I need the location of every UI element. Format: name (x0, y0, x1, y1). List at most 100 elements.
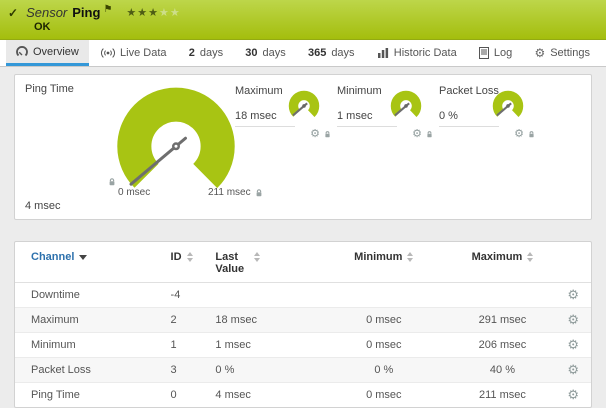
channel-minimum (324, 283, 444, 308)
channel-name[interactable]: Minimum (15, 333, 165, 358)
stars-empty[interactable]: ★★ (159, 7, 181, 19)
gear-icon[interactable]: ⚙ (412, 129, 422, 140)
column-header-minimum-label: Minimum (354, 251, 402, 263)
sort-icon[interactable] (527, 252, 533, 262)
priority-stars[interactable]: ★★★★★ (126, 6, 180, 19)
tab-365-days[interactable]: 365 days (298, 40, 365, 66)
channel-last-value: 1 msec (209, 333, 324, 358)
gear-icon[interactable]: ⚙ (310, 129, 320, 140)
tab-settings[interactable]: ⚙ Settings (524, 40, 600, 66)
channel-minimum: 0 msec (324, 333, 444, 358)
column-header-minimum[interactable]: Minimum (324, 242, 444, 283)
channel-name[interactable]: Packet Loss (15, 358, 165, 383)
channel-settings-gear-icon[interactable]: ⚙ (567, 312, 579, 327)
table-row: Maximum 2 18 msec 0 msec 291 msec ⚙ (15, 308, 591, 333)
document-icon (479, 47, 489, 59)
mini-gauge-value: 18 msec (235, 110, 277, 122)
sort-icon[interactable] (407, 252, 413, 262)
table-row: Ping Time 0 4 msec 0 msec 211 msec ⚙ (15, 383, 591, 408)
channel-name[interactable]: Downtime (15, 283, 165, 308)
column-header-id-label: ID (171, 251, 182, 263)
chevron-down-icon[interactable] (79, 255, 87, 260)
channel-table: Channel ID Last Value Minimum Maximum (15, 242, 591, 407)
gauge-scale-min: 0 msec (118, 187, 150, 198)
channel-id: 0 (165, 383, 210, 408)
current-value: 4 msec (25, 200, 60, 212)
lock-icon[interactable] (528, 130, 535, 139)
column-header-id[interactable]: ID (165, 242, 210, 283)
tab-365-days-unit: days (331, 47, 354, 59)
sensor-name: Ping (72, 5, 100, 20)
tab-overview-label: Overview (33, 46, 79, 58)
stars-filled[interactable]: ★★★ (126, 7, 159, 19)
channel-settings-gear-icon[interactable]: ⚙ (567, 362, 579, 377)
table-header-row: Channel ID Last Value Minimum Maximum (15, 242, 591, 283)
channel-minimum: 0 msec (324, 308, 444, 333)
tab-2-days-number: 2 (189, 47, 195, 59)
tab-2-days[interactable]: 2 days (179, 40, 233, 66)
lock-icon[interactable] (108, 174, 116, 192)
column-header-settings (561, 242, 591, 283)
channel-name[interactable]: Maximum (15, 308, 165, 333)
channel-maximum: 40 % (444, 358, 562, 383)
sensor-type-label: Sensor (26, 5, 67, 20)
channel-id: 3 (165, 358, 210, 383)
table-row: Downtime -4 ⚙ (15, 283, 591, 308)
tab-overview[interactable]: Overview (6, 40, 89, 66)
tab-historic-data-label: Historic Data (394, 47, 457, 59)
column-header-maximum[interactable]: Maximum (444, 242, 562, 283)
tab-log[interactable]: Log (469, 40, 522, 66)
column-header-last-value[interactable]: Last Value (209, 242, 324, 283)
channel-last-value: 4 msec (209, 383, 324, 408)
tab-30-days-unit: days (263, 47, 286, 59)
mini-gauge-arc (487, 89, 529, 125)
channel-table-panel: Channel ID Last Value Minimum Maximum (14, 241, 592, 408)
flag-icon: ⚑ (103, 4, 112, 15)
mini-gauge-packet-loss: Packet Loss 0 % ⚙ (439, 85, 541, 149)
tab-historic-data[interactable]: Historic Data (367, 40, 467, 66)
bar-chart-icon (377, 47, 389, 59)
mini-gauge-maximum: Maximum 18 msec ⚙ (235, 85, 337, 149)
gauge-icon (16, 46, 28, 58)
mini-gauge-arc (283, 89, 325, 125)
tab-live-data[interactable]: Live Data (91, 40, 176, 66)
mini-gauge-minimum: Minimum 1 msec ⚙ (337, 85, 439, 149)
channel-last-value: 0 % (209, 358, 324, 383)
divider (235, 126, 295, 127)
gear-icon: ⚙ (534, 47, 545, 59)
column-header-channel-label: Channel (31, 251, 74, 263)
mini-gauge-arc (385, 89, 427, 125)
channel-id: -4 (165, 283, 210, 308)
channel-settings-gear-icon[interactable]: ⚙ (567, 337, 579, 352)
column-header-last-value-label: Last Value (215, 251, 249, 275)
tab-live-data-label: Live Data (120, 47, 166, 59)
panel-title: Ping Time (25, 83, 74, 95)
lock-icon[interactable] (426, 130, 433, 139)
channel-maximum: 291 msec (444, 308, 562, 333)
tab-bar: Overview Live Data 2 days 30 days 365 da… (0, 40, 606, 67)
channel-id: 2 (165, 308, 210, 333)
column-header-channel[interactable]: Channel (15, 242, 165, 283)
sort-icon[interactable] (254, 252, 260, 262)
ping-time-panel: Ping Time 4 msec 0 msec 211 msec Maximum (14, 74, 592, 220)
lock-icon[interactable] (255, 188, 263, 198)
channel-last-value (209, 283, 324, 308)
gear-icon[interactable]: ⚙ (514, 129, 524, 140)
lock-icon[interactable] (324, 130, 331, 139)
status-badge: OK (34, 21, 606, 33)
tab-30-days[interactable]: 30 days (235, 40, 296, 66)
channel-minimum: 0 msec (324, 383, 444, 408)
channel-maximum: 211 msec (444, 383, 562, 408)
channel-name[interactable]: Ping Time (15, 383, 165, 408)
divider (337, 126, 397, 127)
column-header-maximum-label: Maximum (472, 251, 523, 263)
tab-settings-label: Settings (550, 47, 590, 59)
channel-settings-gear-icon[interactable]: ⚙ (567, 287, 579, 302)
table-row: Minimum 1 1 msec 0 msec 206 msec ⚙ (15, 333, 591, 358)
sensor-header: ✓ Sensor Ping ⚑ ★★★★★ OK (0, 0, 606, 40)
sort-icon[interactable] (187, 252, 193, 262)
channel-maximum (444, 283, 562, 308)
gauge-scale-max-wrap: 211 msec (208, 187, 263, 198)
tab-log-label: Log (494, 47, 512, 59)
channel-minimum: 0 % (324, 358, 444, 383)
